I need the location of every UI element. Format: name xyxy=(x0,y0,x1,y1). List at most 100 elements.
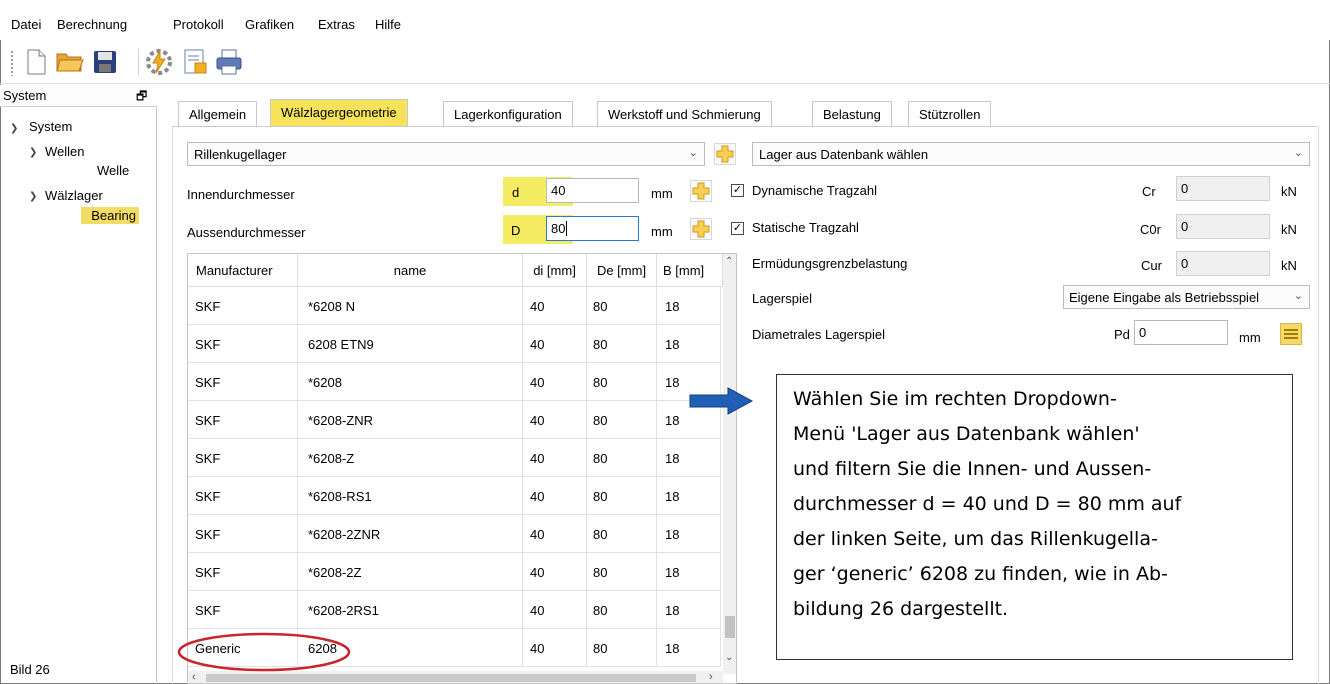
cell-manufacturer: SKF xyxy=(188,325,298,363)
tab-belastung[interactable]: Belastung xyxy=(812,101,892,127)
menu-hilfe[interactable]: Hilfe xyxy=(375,17,401,32)
static-load-input[interactable]: 0 xyxy=(1176,214,1270,239)
save-icon[interactable] xyxy=(91,48,119,76)
column-header-di[interactable]: di [mm] xyxy=(523,254,587,287)
callout-line: und filtern Sie die Innen- und Aussen- xyxy=(793,458,1152,480)
tab-waelzlagergeometrie[interactable]: Wälzlagergeometrie xyxy=(270,99,408,127)
calculate-icon[interactable] xyxy=(145,48,173,76)
diametral-play-options-button[interactable] xyxy=(1280,323,1302,345)
cell-de: 80 xyxy=(587,363,657,401)
inner-diameter-input[interactable]: 40 xyxy=(546,178,639,203)
cell-b: 18 xyxy=(657,325,721,363)
inner-diameter-plus-button[interactable] xyxy=(690,180,712,202)
table-row[interactable]: SKF *6208 40 80 18 xyxy=(188,363,721,401)
menu-extras[interactable]: Extras xyxy=(318,17,355,32)
scroll-down-icon[interactable]: ⌄ xyxy=(725,652,733,663)
bearing-play-value: Eigene Eingabe als Betriebsspiel xyxy=(1069,290,1260,305)
tab-allgemein[interactable]: Allgemein xyxy=(178,101,258,127)
table-row[interactable]: SKF *6208-2Z 40 80 18 xyxy=(188,553,721,591)
scroll-right-icon[interactable]: › xyxy=(709,671,713,683)
cell-di: 40 xyxy=(523,515,587,553)
dynamic-load-input[interactable]: 0 xyxy=(1176,176,1270,201)
new-file-icon[interactable] xyxy=(22,48,50,76)
table-row[interactable]: SKF *6208-ZNR 40 80 18 xyxy=(188,401,721,439)
dynamic-load-value: 0 xyxy=(1181,181,1189,196)
table-row[interactable]: SKF *6208-RS1 40 80 18 xyxy=(188,477,721,515)
menu-bar: Datei Berechnung Protokoll Grafiken Extr… xyxy=(0,0,1330,40)
diametral-play-input[interactable]: 0 xyxy=(1134,320,1228,345)
cell-di: 40 xyxy=(523,325,587,363)
outer-diameter-plus-button[interactable] xyxy=(690,218,712,240)
cell-manufacturer: SKF xyxy=(188,477,298,515)
scrollbar-thumb[interactable] xyxy=(725,616,735,638)
horizontal-scrollbar-thumb[interactable] xyxy=(206,674,696,682)
inner-diameter-symbol: d xyxy=(512,185,520,200)
table-row[interactable]: SKF *6208-2RS1 40 80 18 xyxy=(188,591,721,629)
chevron-down-icon: ⌄ xyxy=(1293,290,1303,302)
cell-name: *6208-RS1 xyxy=(298,477,523,515)
static-load-symbol: C0r xyxy=(1140,222,1161,237)
fatigue-load-value: 0 xyxy=(1181,256,1189,271)
print-icon[interactable] xyxy=(215,48,243,76)
cell-manufacturer: SKF xyxy=(188,515,298,553)
table-row[interactable]: SKF *6208 N 40 80 18 xyxy=(188,287,721,325)
dynamic-load-unit: kN xyxy=(1281,184,1297,199)
table-row[interactable]: SKF *6208-2ZNR 40 80 18 xyxy=(188,515,721,553)
add-bearing-type-button[interactable] xyxy=(714,143,736,165)
column-header-manufacturer[interactable]: Manufacturer xyxy=(188,254,298,287)
diametral-play-unit: mm xyxy=(1239,330,1261,345)
cell-de: 80 xyxy=(587,591,657,629)
chevron-down-icon[interactable]: ❯ xyxy=(29,147,37,158)
outer-diameter-symbol: D xyxy=(511,223,521,238)
outer-diameter-label: Aussendurchmesser xyxy=(187,225,306,240)
scroll-up-icon[interactable]: ⌃ xyxy=(725,256,733,267)
callout-line: der linken Seite, um das Rillenkugella- xyxy=(793,528,1158,550)
report-icon[interactable] xyxy=(181,48,209,76)
bearing-play-select[interactable]: Eigene Eingabe als Betriebsspiel ⌄ xyxy=(1063,285,1310,309)
column-header-de[interactable]: De [mm] xyxy=(587,254,657,287)
diametral-play-symbol: Pd xyxy=(1114,327,1130,342)
cell-b: 18 xyxy=(657,439,721,477)
static-load-unit: kN xyxy=(1281,222,1297,237)
cell-de: 80 xyxy=(587,553,657,591)
column-header-b[interactable]: B [mm] xyxy=(657,254,723,287)
cell-name: *6208 N xyxy=(298,287,523,325)
bearing-type-select[interactable]: Rillenkugellager ⌄ xyxy=(187,142,705,166)
chevron-down-icon: ⌄ xyxy=(688,147,698,159)
tree-node-bearing[interactable]: Bearing xyxy=(81,207,139,224)
fatigue-load-input[interactable]: 0 xyxy=(1176,251,1270,276)
table-row[interactable]: SKF *6208-Z 40 80 18 xyxy=(188,439,721,477)
outer-diameter-input[interactable]: 80​ xyxy=(546,216,639,241)
undock-icon[interactable]: 🗗 xyxy=(136,87,147,108)
toolbar-grip[interactable] xyxy=(10,50,14,76)
outer-diameter-unit: mm xyxy=(651,224,673,239)
cell-di: 40 xyxy=(523,439,587,477)
callout-line: Wählen Sie im rechten Dropdown- xyxy=(793,388,1117,410)
tree-node-bearings[interactable]: Wälzlager xyxy=(45,188,103,203)
table-vertical-scrollbar[interactable]: ⌃ ⌄ xyxy=(723,254,736,674)
cell-de: 80 xyxy=(587,401,657,439)
tree-node-system[interactable]: System xyxy=(29,119,72,134)
dynamic-load-symbol: Cr xyxy=(1142,184,1156,199)
table-row[interactable]: SKF 6208 ETN9 40 80 18 xyxy=(188,325,721,363)
tab-stuetzrollen[interactable]: Stützrollen xyxy=(908,101,992,127)
cell-di: 40 xyxy=(523,591,587,629)
column-header-name[interactable]: name xyxy=(298,254,523,287)
figure-label: Bild 26 xyxy=(10,662,50,677)
tree-node-shafts[interactable]: Wellen xyxy=(45,144,85,159)
menu-datei[interactable]: Datei xyxy=(11,17,41,32)
tab-lagerkonfiguration[interactable]: Lagerkonfiguration xyxy=(443,101,573,127)
chevron-down-icon[interactable]: ❯ xyxy=(29,191,37,202)
open-folder-icon[interactable] xyxy=(56,48,84,76)
menu-grafiken[interactable]: Grafiken xyxy=(245,17,294,32)
static-load-value: 0 xyxy=(1181,219,1189,234)
inner-diameter-value: 40 xyxy=(551,183,566,198)
tab-werkstoff-und-schmierung[interactable]: Werkstoff und Schmierung xyxy=(597,101,772,127)
bearing-database-select[interactable]: Lager aus Datenbank wählen ⌄ xyxy=(752,142,1310,166)
chevron-down-icon[interactable]: ❯ xyxy=(10,123,18,134)
menu-berechnung[interactable]: Berechnung xyxy=(57,17,127,32)
static-load-checkbox[interactable]: ✓ xyxy=(731,222,744,235)
tree-node-shaft[interactable]: Welle xyxy=(97,163,129,178)
menu-protokoll[interactable]: Protokoll xyxy=(173,17,224,32)
dynamic-load-checkbox[interactable]: ✓ xyxy=(731,184,744,197)
